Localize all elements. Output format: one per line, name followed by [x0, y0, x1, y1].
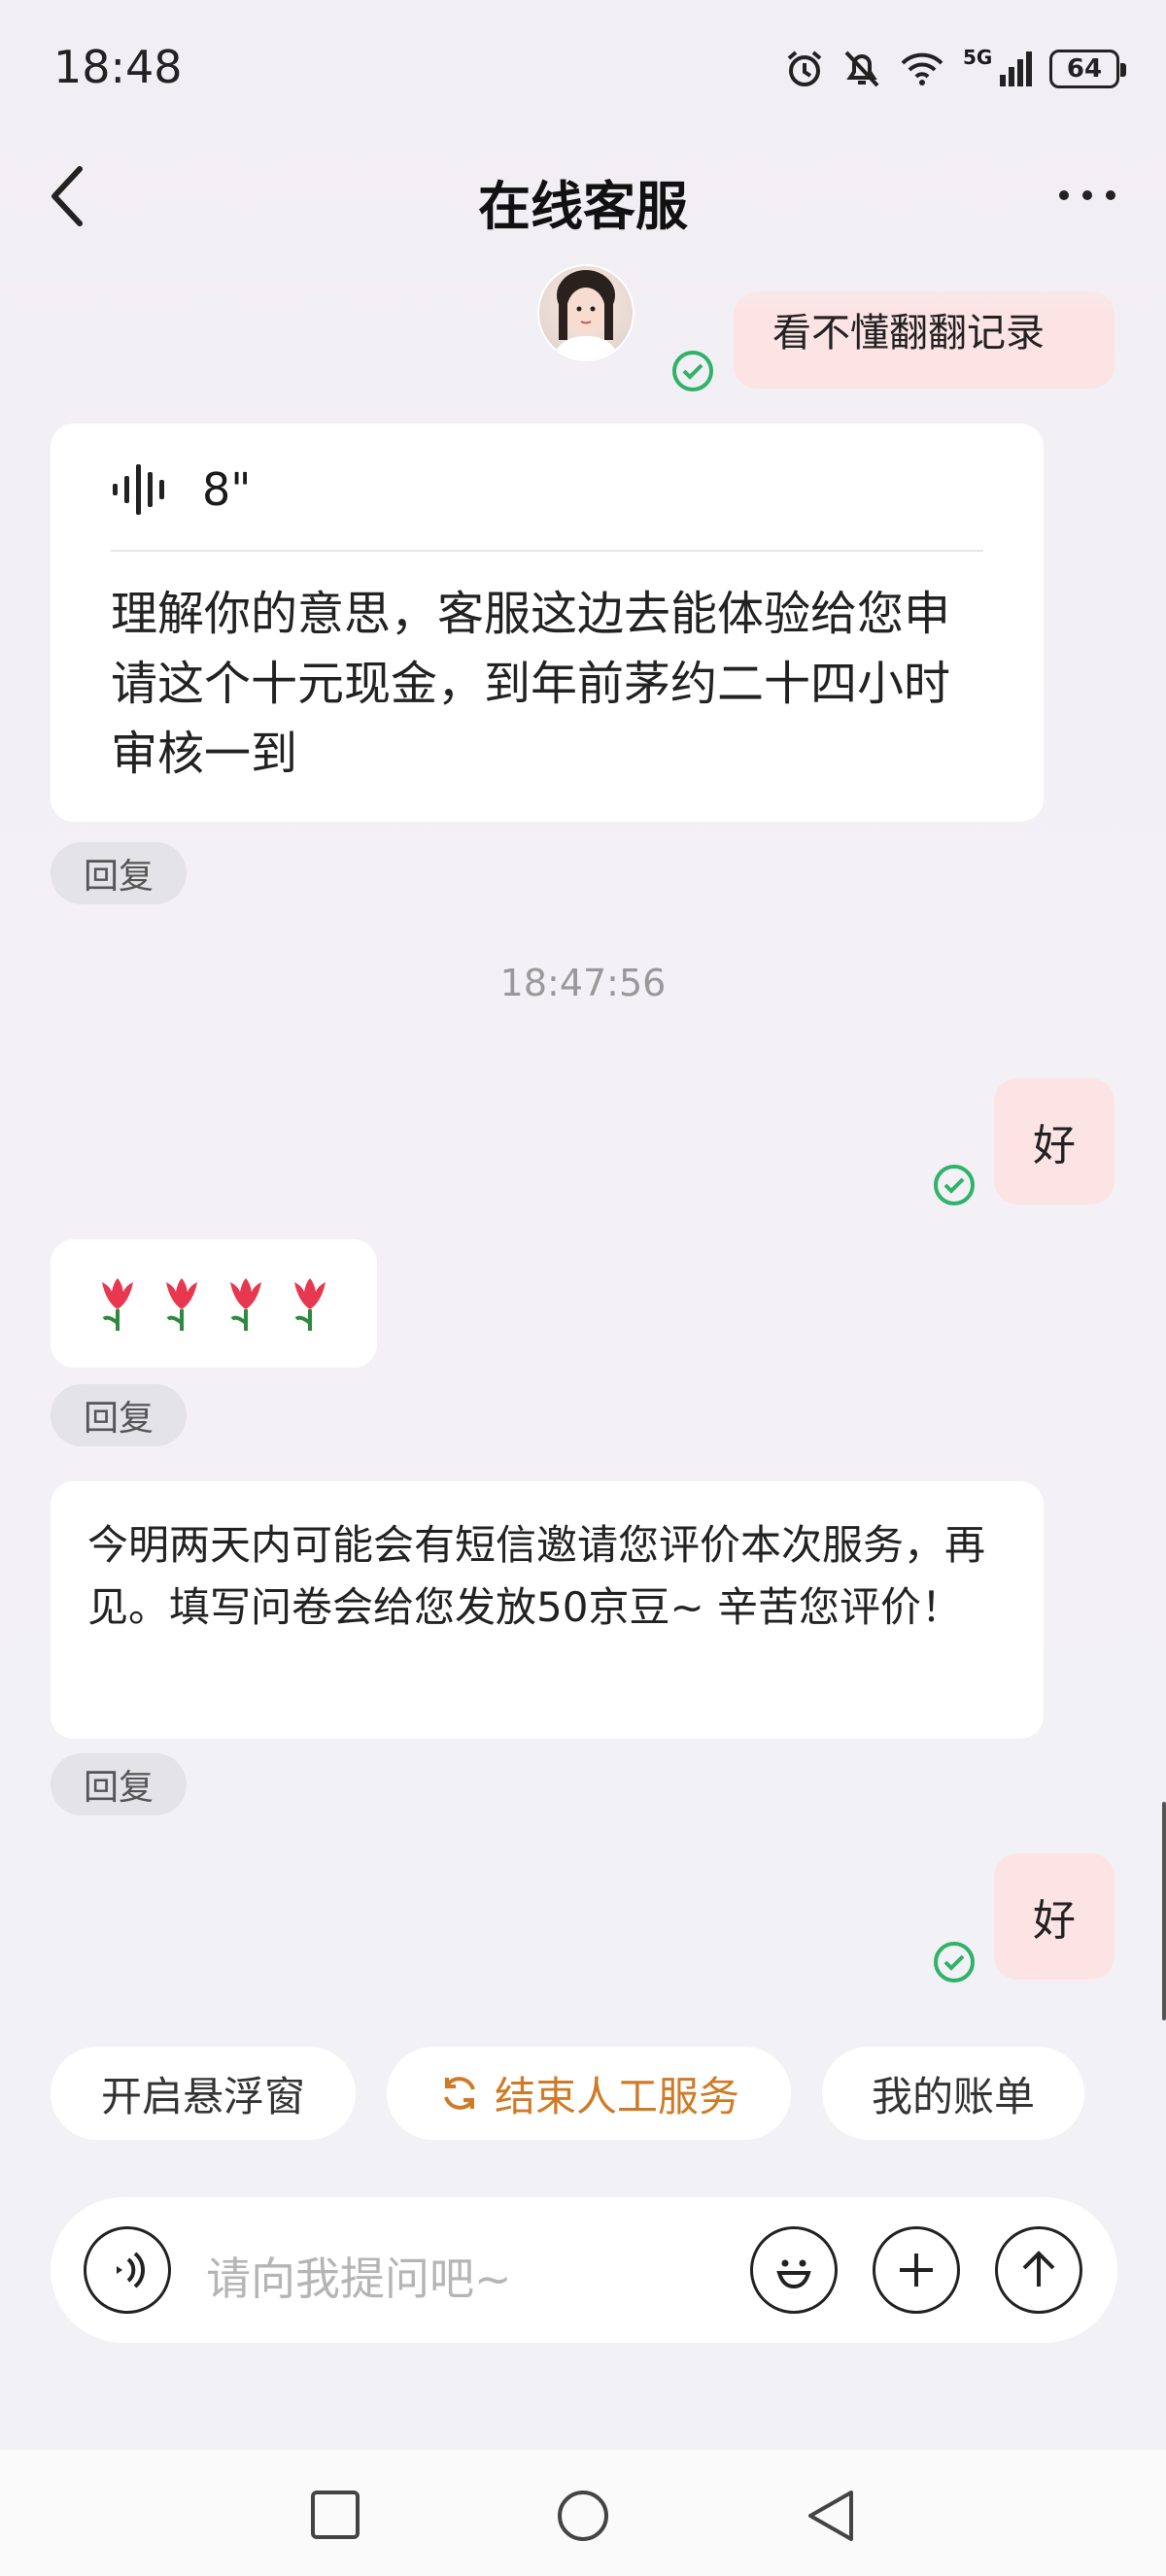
user-message-text: 好	[1033, 1896, 1076, 1946]
send-button[interactable]	[995, 2226, 1082, 2314]
reply-button[interactable]: 回复	[51, 1384, 187, 1446]
voice-duration: 8"	[202, 463, 252, 516]
user-message-text: 好	[1033, 1121, 1076, 1170]
system-navigation-bar	[0, 2450, 1166, 2576]
status-time: 18:48	[53, 41, 183, 93]
voice-player[interactable]: 8"	[111, 460, 251, 519]
agent-text-message: 今明两天内可能会有短信邀请您评价本次服务，再见。填写问卷会给您发放50京豆~ 辛…	[51, 1481, 1044, 1739]
page-title: 在线客服	[478, 176, 688, 237]
agent-avatar[interactable]	[537, 264, 634, 361]
chat-input-bar: 请向我提问吧~	[51, 2197, 1117, 2343]
agent-emoji-message	[51, 1239, 377, 1368]
tulip-icon	[230, 1278, 261, 1331]
home-icon[interactable]	[556, 2489, 610, 2543]
status-icons: 5G 64	[784, 46, 1126, 89]
more-options-icon[interactable]	[1059, 190, 1115, 200]
user-message-bubble: 好	[994, 1078, 1115, 1204]
refresh-icon	[444, 2077, 475, 2110]
my-bill-button[interactable]: 我的账单	[822, 2047, 1084, 2140]
arrow-up-icon	[1022, 2251, 1055, 2287]
message-input[interactable]: 请向我提问吧~	[206, 2244, 512, 2308]
divider	[111, 550, 983, 552]
reply-button[interactable]: 回复	[51, 842, 187, 904]
end-service-button[interactable]: 结束人工服务	[387, 2047, 791, 2140]
alarm-icon	[787, 51, 822, 86]
emoji-button[interactable]	[750, 2226, 838, 2314]
end-service-label: 结束人工服务	[494, 2072, 739, 2120]
float-window-button[interactable]: 开启悬浮窗	[51, 2047, 356, 2140]
plus-icon	[900, 2254, 933, 2287]
battery-indicator: 64	[1049, 50, 1126, 88]
network-type: 5G	[963, 46, 993, 69]
voice-wave-icon	[113, 464, 164, 515]
scrollbar[interactable]	[1162, 1802, 1166, 2020]
mute-bell-icon	[844, 51, 879, 87]
tulip-icon	[166, 1278, 197, 1331]
agent-message-text: 今明两天内可能会有短信邀请您评价本次服务，再见。填写问卷会给您发放50京豆~ 辛…	[87, 1521, 986, 1631]
smiley-icon	[776, 2259, 811, 2289]
user-message-bubble: 好	[994, 1853, 1115, 1980]
sent-check-icon	[672, 351, 713, 391]
sent-check-icon	[934, 1165, 975, 1205]
reply-button[interactable]: 回复	[51, 1753, 187, 1815]
tulip-icon	[102, 1278, 133, 1331]
add-attachment-button[interactable]	[873, 2226, 960, 2314]
agent-voice-message: 8" 理解你的意思，客服这边去能体验给您申请这个十元现金，到年前茅约二十四小时审…	[51, 424, 1044, 822]
cellular-signal-icon: 5G	[963, 46, 1032, 86]
voice-input-icon	[117, 2252, 146, 2288]
voice-transcript: 理解你的意思，客服这边去能体验给您申请这个十元现金，到年前茅约二十四小时审核一到	[111, 587, 951, 781]
back-triangle-icon[interactable]	[805, 2489, 857, 2543]
recent-apps-icon[interactable]	[309, 2489, 361, 2541]
wifi-icon	[901, 52, 943, 85]
voice-input-button[interactable]	[84, 2226, 171, 2314]
tulip-icon	[294, 1278, 326, 1331]
battery-level: 64	[1066, 54, 1103, 84]
sent-check-icon	[934, 1942, 975, 1983]
message-timestamp: 18:47:56	[499, 962, 667, 1004]
